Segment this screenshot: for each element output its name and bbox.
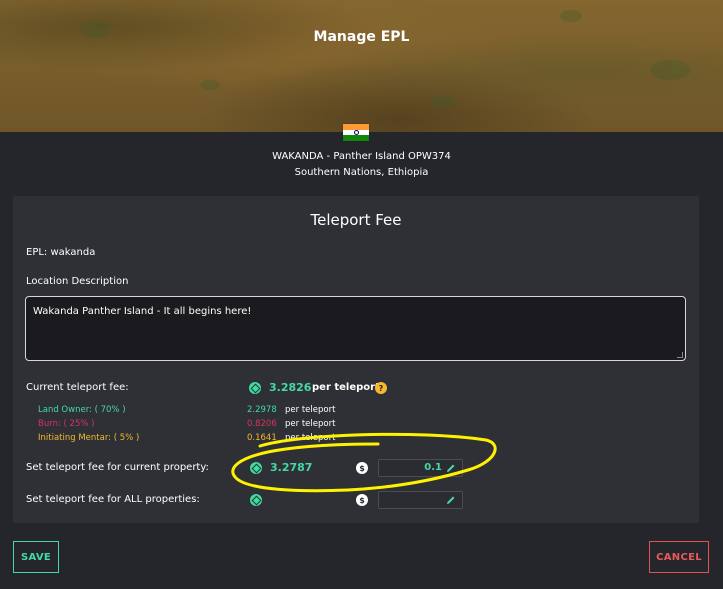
token-coin-icon <box>250 494 262 506</box>
location-description-label: Location Description <box>26 276 129 287</box>
epl-label: EPL: wakanda <box>26 247 96 258</box>
land-owner-unit: per teleport <box>285 405 336 415</box>
india-flag-icon <box>343 124 369 142</box>
set-all-fee-label: Set teleport fee for ALL properties: <box>26 494 200 505</box>
save-button[interactable]: SAVE <box>13 541 59 573</box>
header-banner: Manage EPL <box>0 0 723 132</box>
panel-title: Teleport Fee <box>310 211 402 229</box>
land-owner-value: 2.2978 <box>247 405 277 415</box>
token-coin-icon <box>249 382 261 394</box>
set-current-fee-label: Set teleport fee for current property: <box>26 462 209 473</box>
location-description-value: Wakanda Panther Island - It all begins h… <box>33 306 252 317</box>
property-region: Southern Nations, Ethiopia <box>294 167 429 178</box>
land-owner-label: Land Owner: ( 70% ) <box>38 405 126 415</box>
burn-value: 0.8206 <box>247 419 277 429</box>
current-fee-unit: per teleport <box>312 382 380 393</box>
help-icon[interactable]: ? <box>375 382 387 394</box>
current-fee-label: Current teleport fee: <box>26 382 129 393</box>
initiating-mentar-label: Initiating Mentar: ( 5% ) <box>38 433 140 443</box>
burn-unit: per teleport <box>285 419 336 429</box>
page-title: Manage EPL <box>313 29 410 45</box>
edit-icon[interactable] <box>446 495 456 505</box>
dollar-icon: $ <box>356 494 368 506</box>
location-description-textarea[interactable]: Wakanda Panther Island - It all begins h… <box>25 296 686 361</box>
annotation-highlight <box>231 432 497 493</box>
burn-label: Burn: ( 25% ) <box>38 419 95 429</box>
current-fee-value: 3.2826 <box>269 381 312 394</box>
resize-handle-icon[interactable] <box>677 352 683 358</box>
property-name: WAKANDA - Panther Island OPW374 <box>272 151 451 162</box>
cancel-button[interactable]: CANCEL <box>649 541 709 573</box>
